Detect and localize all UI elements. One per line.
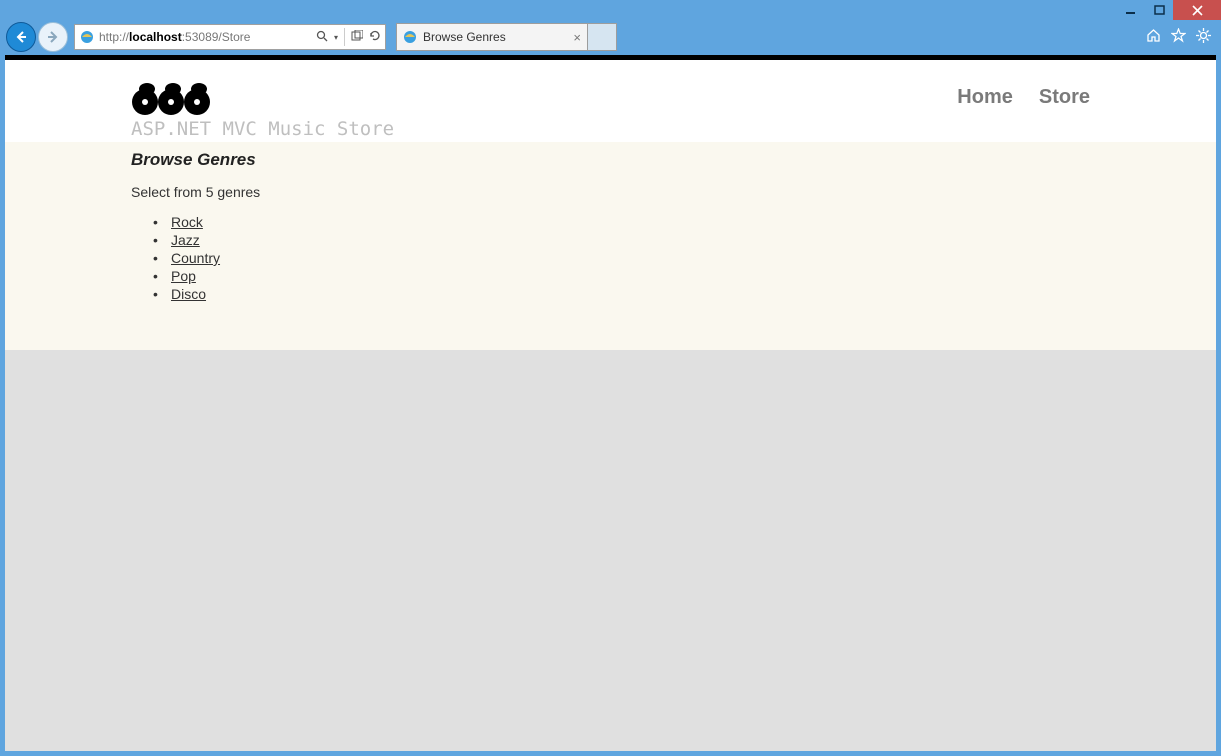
genre-link[interactable]: Pop: [171, 268, 196, 284]
arrow-left-icon: [13, 29, 29, 45]
favorites-icon[interactable]: [1171, 28, 1186, 46]
home-icon[interactable]: [1146, 28, 1161, 46]
new-tab-button[interactable]: [588, 23, 617, 51]
forward-button[interactable]: [38, 22, 68, 52]
genre-list: Rock Jazz Country Pop Disco: [131, 214, 1216, 302]
tab-title: Browse Genres: [423, 30, 567, 44]
maximize-button[interactable]: [1145, 0, 1173, 20]
viewport: ASP.NET MVC Music Store Home Store Brows…: [5, 55, 1216, 751]
dropdown-icon[interactable]: ▾: [334, 33, 338, 42]
site-header: ASP.NET MVC Music Store Home Store: [5, 60, 1216, 142]
refresh-icon[interactable]: [369, 30, 381, 45]
list-item: Country: [171, 250, 1216, 266]
page-subtext: Select from 5 genres: [131, 184, 1216, 200]
genre-link[interactable]: Country: [171, 250, 220, 266]
compat-icon[interactable]: [351, 30, 363, 45]
address-bar[interactable]: http://localhost:53089/Store ▾: [74, 24, 386, 50]
list-item: Jazz: [171, 232, 1216, 248]
titlebar: [0, 0, 1221, 22]
genre-link[interactable]: Rock: [171, 214, 203, 230]
nav-store[interactable]: Store: [1039, 86, 1090, 109]
minimize-button[interactable]: [1115, 0, 1145, 20]
browser-window: http://localhost:53089/Store ▾ Brow: [0, 0, 1221, 756]
address-text: http://localhost:53089/Store: [99, 30, 316, 44]
list-item: Pop: [171, 268, 1216, 284]
close-button[interactable]: [1173, 0, 1221, 20]
tools-icon[interactable]: [1196, 28, 1211, 46]
browser-tab[interactable]: Browse Genres ×: [396, 23, 588, 51]
genre-link[interactable]: Jazz: [171, 232, 200, 248]
tab-close-icon[interactable]: ×: [573, 30, 581, 45]
page-body: Browse Genres Select from 5 genres Rock …: [5, 142, 1216, 350]
ie-icon: [79, 29, 95, 45]
nav-home[interactable]: Home: [957, 86, 1013, 109]
ie-icon: [402, 29, 418, 45]
page-heading: Browse Genres: [131, 150, 1216, 170]
list-item: Disco: [171, 286, 1216, 302]
site-logo: [131, 82, 213, 112]
site-nav: Home Store: [957, 86, 1090, 109]
arrow-right-icon: [45, 29, 61, 45]
chrome-right-icons: [1146, 28, 1215, 46]
search-icon[interactable]: [316, 30, 328, 45]
site-tagline: ASP.NET MVC Music Store: [131, 118, 394, 140]
list-item: Rock: [171, 214, 1216, 230]
genre-link[interactable]: Disco: [171, 286, 206, 302]
address-actions: ▾: [316, 28, 385, 46]
back-button[interactable]: [6, 22, 36, 52]
browser-toolbar: http://localhost:53089/Store ▾ Brow: [6, 22, 1215, 52]
